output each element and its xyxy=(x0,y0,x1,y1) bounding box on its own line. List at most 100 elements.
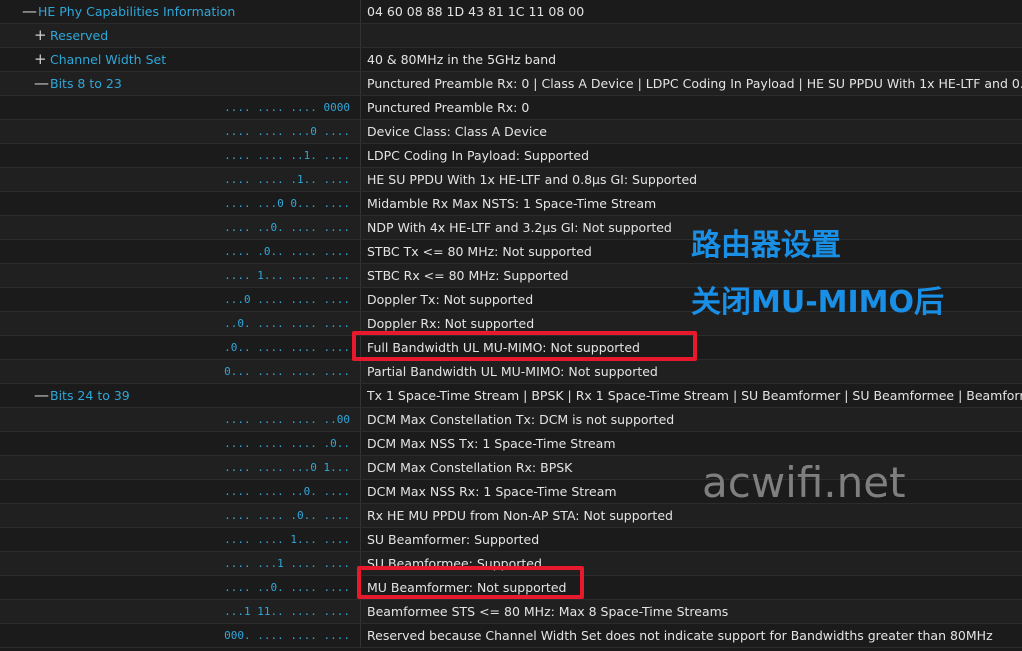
bit-field-row[interactable]: .... .... .... .0.. DCM Max NSS Tx: 1 Spa… xyxy=(0,432,1022,456)
watermark-text: acwifi.net xyxy=(702,458,906,507)
field-name-cell: .... ...1 .... .... xyxy=(0,552,361,575)
bit-mask: .... 1... .... .... xyxy=(224,269,350,282)
collapse-icon[interactable]: — xyxy=(34,72,49,95)
bit-field-row[interactable]: .... .... .0.. .... Rx HE MU PPDU from No… xyxy=(0,504,1022,528)
expand-icon[interactable]: + xyxy=(34,24,47,47)
bit-field-row[interactable]: ...1 11.. .... .... Beamformee STS <= 80 … xyxy=(0,600,1022,624)
tree-node-row[interactable]: — Bits 8 to 23 Punctured Preamble Rx: 0 | … xyxy=(0,72,1022,96)
field-name-cell: .... .... ..0. .... xyxy=(0,480,361,503)
field-value: Tx 1 Space-Time Stream | BPSK | Rx 1 Spa… xyxy=(367,388,1022,403)
field-name-cell: — HE Phy Capabilities Information xyxy=(0,0,361,23)
bit-mask: ...1 11.. .... .... xyxy=(224,605,350,618)
field-value: Punctured Preamble Rx: 0 xyxy=(367,100,530,115)
collapse-icon[interactable]: — xyxy=(34,384,49,407)
bit-mask: .... .... .... 0000 xyxy=(224,101,350,114)
bit-mask: .... .... .... ..00 xyxy=(224,413,350,426)
bit-field-row[interactable]: .... .... ...0 .... Device Class: Class A… xyxy=(0,120,1022,144)
bit-field-row[interactable]: .... .0.. .... .... STBC Tx <= 80 MHz: No… xyxy=(0,240,1022,264)
bit-field-row[interactable]: 000. .... .... .... Reserved because Chan… xyxy=(0,624,1022,648)
field-name-cell: .... ..0. .... .... xyxy=(0,576,361,599)
field-value: Rx HE MU PPDU from Non-AP STA: Not suppo… xyxy=(367,508,673,523)
field-name-cell: .... .0.. .... .... xyxy=(0,240,361,263)
bit-mask: ..0. .... .... .... xyxy=(224,317,350,330)
bit-field-row[interactable]: .... .... .... 0000 Punctured Preamble Rx… xyxy=(0,96,1022,120)
field-value: Beamformee STS <= 80 MHz: Max 8 Space-Ti… xyxy=(367,604,729,619)
bit-field-row[interactable]: .... .... 1... .... SU Beamformer: Suppor… xyxy=(0,528,1022,552)
bit-mask: .... .0.. .... .... xyxy=(224,245,350,258)
field-value: 40 & 80MHz in the 5GHz band xyxy=(367,52,557,67)
tree-node-label: Channel Width Set xyxy=(50,52,167,67)
field-name-cell: .... .... ...0 1... xyxy=(0,456,361,479)
bit-field-row[interactable]: .... .... .1.. .... HE SU PPDU With 1x HE… xyxy=(0,168,1022,192)
capabilities-tree: — HE Phy Capabilities Information 04 60 08… xyxy=(0,0,1022,648)
field-value: Punctured Preamble Rx: 0 | Class A Devic… xyxy=(367,76,1022,91)
field-name-cell: 0... .... .... .... xyxy=(0,360,361,383)
field-value xyxy=(367,24,1022,47)
field-name-cell: ...1 11.. .... .... xyxy=(0,600,361,623)
bit-field-row[interactable]: .... ...0 0... .... Midamble Rx Max NSTS:… xyxy=(0,192,1022,216)
highlight-box-ul-mu-mimo xyxy=(352,331,697,361)
tree-node-row[interactable]: — HE Phy Capabilities Information 04 60 08… xyxy=(0,0,1022,24)
bit-field-row[interactable]: .... ..0. .... .... NDP With 4x HE-LTF an… xyxy=(0,216,1022,240)
field-name-cell: .... ..0. .... .... xyxy=(0,216,361,239)
field-name-cell: .... .... .... .0.. xyxy=(0,432,361,455)
field-name-cell: .0.. .... .... .... xyxy=(0,336,361,359)
bit-mask: 000. .... .... .... xyxy=(224,629,350,642)
tree-node-row[interactable]: + Channel Width Set 40 & 80MHz in the 5GHz… xyxy=(0,48,1022,72)
field-value: DCM Max Constellation Rx: BPSK xyxy=(367,460,573,475)
field-name-cell: ...0 .... .... .... xyxy=(0,288,361,311)
field-name-cell: .... .... .1.. .... xyxy=(0,168,361,191)
bit-mask: .... ..0. .... .... xyxy=(224,581,350,594)
bit-mask: .... ...0 0... .... xyxy=(224,197,350,210)
bit-field-row[interactable]: .... .... ..1. .... LDPC Coding In Payloa… xyxy=(0,144,1022,168)
field-name-cell: + Channel Width Set xyxy=(0,48,361,71)
field-name-cell: .... .... ..1. .... xyxy=(0,144,361,167)
overlay-title-line2: 关闭MU-MIMO后 xyxy=(691,285,945,320)
field-value: SU Beamformer: Supported xyxy=(367,532,540,547)
highlight-box-mu-beamformer xyxy=(357,566,584,599)
field-value: 04 60 08 88 1D 43 81 1C 11 08 00 xyxy=(367,4,585,19)
field-value: LDPC Coding In Payload: Supported xyxy=(367,148,589,163)
bit-mask: 0... .... .... .... xyxy=(224,365,350,378)
tree-node-label: Bits 24 to 39 xyxy=(50,388,130,403)
field-name-cell: — Bits 8 to 23 xyxy=(0,72,361,95)
bit-mask: .... .... ...0 1... xyxy=(224,461,350,474)
collapse-icon[interactable]: — xyxy=(22,0,37,23)
field-name-cell: — Bits 24 to 39 xyxy=(0,384,361,407)
bit-mask: ...0 .... .... .... xyxy=(224,293,350,306)
bit-mask: .... .... ...0 .... xyxy=(224,125,350,138)
field-name-cell: + Reserved xyxy=(0,24,361,47)
tree-node-row[interactable]: + Reserved xyxy=(0,24,1022,48)
bit-mask: .... .... ..0. .... xyxy=(224,485,350,498)
field-value: DCM Max NSS Rx: 1 Space-Time Stream xyxy=(367,484,617,499)
bit-mask: .... ...1 .... .... xyxy=(224,557,350,570)
field-value: DCM Max NSS Tx: 1 Space-Time Stream xyxy=(367,436,616,451)
bit-field-row[interactable]: .... .... .... ..00 DCM Max Constellation… xyxy=(0,408,1022,432)
field-name-cell: .... .... .... 0000 xyxy=(0,96,361,119)
bit-field-row[interactable]: 0... .... .... .... Partial Bandwidth UL … xyxy=(0,360,1022,384)
expand-icon[interactable]: + xyxy=(34,48,47,71)
field-value: Partial Bandwidth UL MU-MIMO: Not suppor… xyxy=(367,364,658,379)
field-name-cell: .... .... 1... .... xyxy=(0,528,361,551)
field-name-cell: .... .... ...0 .... xyxy=(0,120,361,143)
tree-node-label: Reserved xyxy=(50,28,109,43)
field-name-cell: 000. .... .... .... xyxy=(0,624,361,647)
overlay-title-line1: 路由器设置 xyxy=(691,228,841,263)
tree-node-label: Bits 8 to 23 xyxy=(50,76,122,91)
bit-mask: .... .... 1... .... xyxy=(224,533,350,546)
field-value: HE SU PPDU With 1x HE-LTF and 0.8µs GI: … xyxy=(367,172,698,187)
field-name-cell: .... .... .0.. .... xyxy=(0,504,361,527)
field-value: Reserved because Channel Width Set does … xyxy=(367,628,993,643)
bit-mask: .... .... ..1. .... xyxy=(224,149,350,162)
bit-mask: .... .... .1.. .... xyxy=(224,173,350,186)
field-name-cell: .... 1... .... .... xyxy=(0,264,361,287)
field-name-cell: .... ...0 0... .... xyxy=(0,192,361,215)
tree-node-row[interactable]: — Bits 24 to 39 Tx 1 Space-Time Stream | B… xyxy=(0,384,1022,408)
field-name-cell: .... .... .... ..00 xyxy=(0,408,361,431)
field-name-cell: ..0. .... .... .... xyxy=(0,312,361,335)
bit-mask: .0.. .... .... .... xyxy=(224,341,350,354)
field-value: DCM Max Constellation Tx: DCM is not sup… xyxy=(367,412,675,427)
bit-mask: .... .... .0.. .... xyxy=(224,509,350,522)
bit-mask: .... .... .... .0.. xyxy=(224,437,350,450)
bit-mask: .... ..0. .... .... xyxy=(224,221,350,234)
